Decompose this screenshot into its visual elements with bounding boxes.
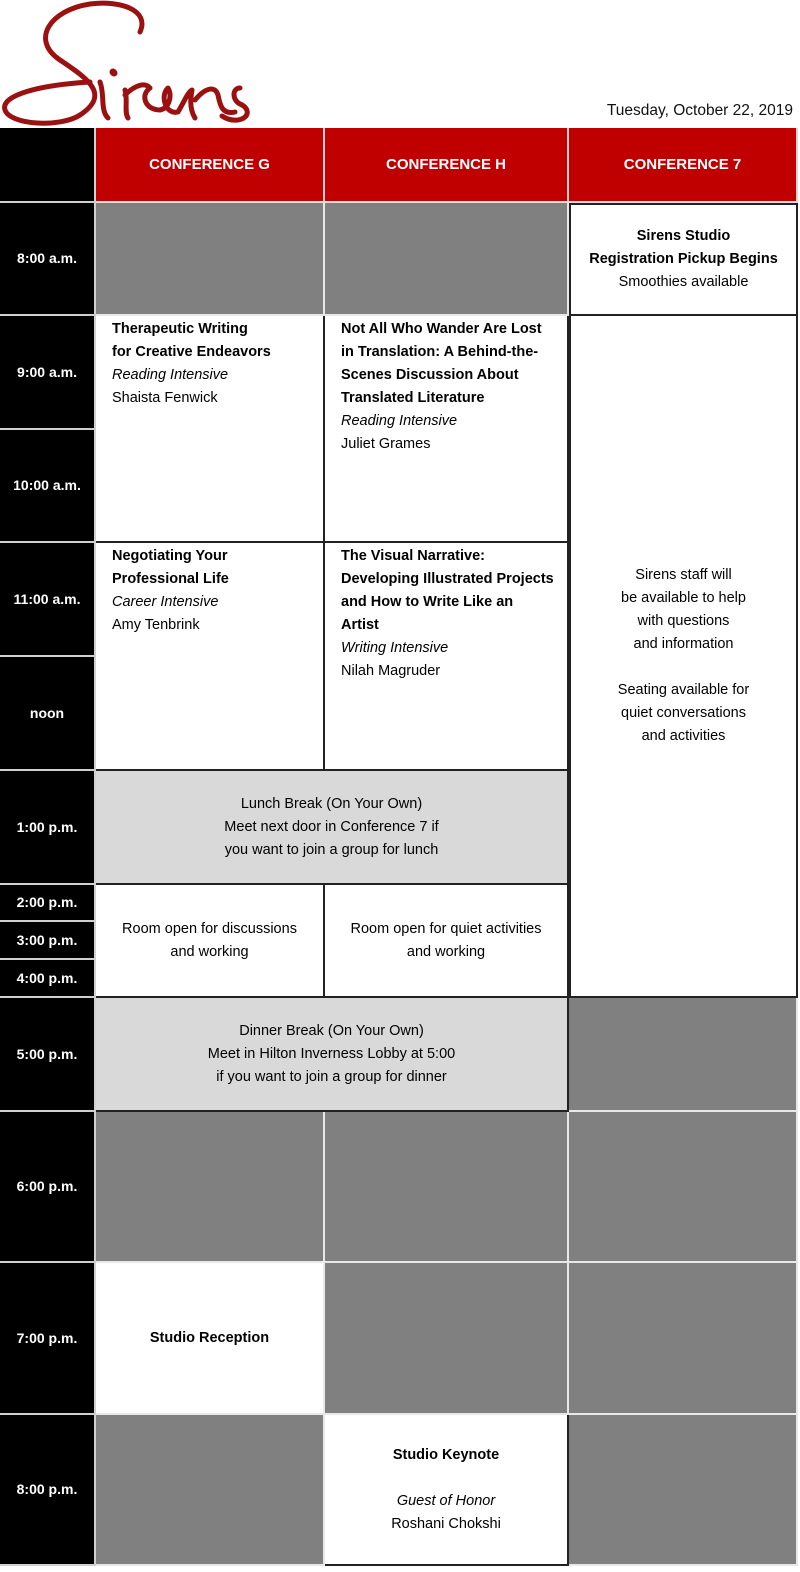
time-label: 5:00 p.m.	[0, 998, 96, 1112]
event-room-open-discussions: Room open for discussions and working	[96, 885, 325, 998]
empty-slot	[569, 1415, 798, 1566]
column-header-conference-h: CONFERENCE H	[325, 128, 569, 203]
empty-slot	[96, 203, 325, 316]
event-title: Developing Illustrated Projects	[341, 571, 554, 587]
event-text: if you want to join a group for dinner	[216, 1068, 447, 1085]
empty-slot	[96, 1112, 325, 1263]
event-room-open-quiet: Room open for quiet activities and worki…	[325, 885, 569, 998]
event-text: Lunch Break (On Your Own)	[240, 795, 423, 812]
event-therapeutic-writing: Therapeutic Writing for Creative Endeavo…	[96, 316, 325, 543]
column-header-conference-7: CONFERENCE 7	[569, 128, 798, 203]
event-presenter: Shaista Fenwick	[112, 390, 218, 406]
event-staff-available: Sirens staff will be available to help w…	[569, 316, 798, 998]
time-label: 7:00 p.m.	[0, 1263, 96, 1415]
event-track: Writing Intensive	[341, 640, 449, 656]
event-studio-reception: Studio Reception	[96, 1263, 325, 1415]
event-text: and information	[633, 636, 734, 652]
event-title: in Translation: A Behind-the-	[341, 344, 539, 360]
event-title: Studio Keynote	[392, 1446, 500, 1463]
time-label: noon	[0, 657, 96, 771]
event-presenter: Nilah Magruder	[341, 663, 441, 679]
event-title: for Creative Endeavors	[112, 344, 271, 360]
event-text: Room open for quiet activities	[350, 920, 542, 937]
event-title: Artist	[341, 617, 379, 633]
time-label: 8:00 p.m.	[0, 1415, 96, 1566]
event-presenter: Juliet Grames	[341, 436, 431, 452]
event-text: and working	[170, 943, 249, 960]
event-role: Guest of Honor	[396, 1492, 496, 1509]
event-text: Seating available for	[617, 682, 750, 698]
event-presenter: Roshani Chokshi	[391, 1515, 501, 1532]
event-text: Dinner Break (On Your Own)	[239, 1022, 424, 1039]
column-header-conference-g: CONFERENCE G	[96, 128, 325, 203]
event-translation: Not All Who Wander Are Lost in Translati…	[325, 316, 569, 543]
event-dinner-break: Dinner Break (On Your Own) Meet in Hilto…	[96, 998, 569, 1112]
event-text: you want to join a group for lunch	[224, 841, 439, 858]
event-track: Career Intensive	[112, 594, 219, 610]
event-text: be available to help	[621, 590, 746, 606]
event-title: Not All Who Wander Are Lost	[341, 321, 542, 337]
event-title: and How to Write Like an	[341, 594, 514, 610]
empty-slot	[325, 1112, 569, 1263]
schedule-grid: CONFERENCE G CONFERENCE H CONFERENCE 7 8…	[0, 128, 798, 1568]
empty-slot	[569, 998, 798, 1112]
header-corner	[0, 128, 96, 203]
event-lunch-break: Lunch Break (On Your Own) Meet next door…	[96, 771, 569, 885]
time-label: 1:00 p.m.	[0, 771, 96, 885]
event-title: The Visual Narrative:	[341, 548, 485, 564]
event-track: Reading Intensive	[112, 367, 229, 383]
event-text: quiet conversations	[621, 705, 746, 721]
event-note: Smoothies available	[618, 274, 749, 290]
empty-slot	[96, 1415, 325, 1566]
event-title: Scenes Discussion About	[341, 367, 519, 383]
event-text: Sirens staff will	[635, 567, 732, 583]
event-title: Studio Reception	[149, 1329, 270, 1346]
event-title: Therapeutic Writing	[112, 321, 248, 337]
event-text: and activities	[641, 728, 726, 744]
time-label: 9:00 a.m.	[0, 316, 96, 430]
time-label: 11:00 a.m.	[0, 543, 96, 657]
sirens-logo	[2, 0, 250, 126]
empty-slot	[325, 1263, 569, 1415]
event-text: Room open for discussions	[122, 920, 297, 937]
time-label: 3:00 p.m.	[0, 922, 96, 960]
empty-slot	[325, 203, 569, 316]
empty-slot	[569, 1263, 798, 1415]
event-title: Sirens Studio	[636, 228, 731, 244]
event-title: Professional Life	[112, 571, 229, 587]
event-text: and working	[406, 943, 486, 960]
time-label: 8:00 a.m.	[0, 203, 96, 316]
schedule-date: Tuesday, October 22, 2019	[606, 102, 793, 119]
event-negotiating: Negotiating Your Professional Life Caree…	[96, 543, 325, 771]
event-track: Reading Intensive	[341, 413, 458, 429]
event-visual-narrative: The Visual Narrative: Developing Illustr…	[325, 543, 569, 771]
empty-slot	[569, 1112, 798, 1263]
event-text: Meet next door in Conference 7 if	[224, 818, 439, 835]
event-presenter: Amy Tenbrink	[112, 617, 200, 633]
time-label: 4:00 p.m.	[0, 960, 96, 998]
event-text: with questions	[637, 613, 730, 629]
event-title: Registration Pickup Begins	[589, 251, 778, 267]
time-label: 2:00 p.m.	[0, 885, 96, 922]
event-text: Meet in Hilton Inverness Lobby at 5:00	[207, 1045, 456, 1062]
time-label: 10:00 a.m.	[0, 430, 96, 543]
event-title: Translated Literature	[341, 390, 485, 406]
time-label: 6:00 p.m.	[0, 1112, 96, 1263]
event-studio-keynote: Studio Keynote Guest of Honor Roshani Ch…	[325, 1415, 569, 1566]
event-title: Negotiating Your	[112, 548, 228, 564]
event-registration-pickup: Sirens Studio Registration Pickup Begins…	[569, 203, 798, 316]
